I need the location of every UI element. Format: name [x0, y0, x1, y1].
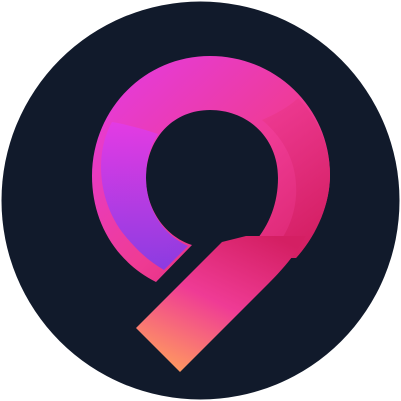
- app-icon: [0, 0, 401, 401]
- nine-ribbon-logo-icon: [1, 1, 400, 400]
